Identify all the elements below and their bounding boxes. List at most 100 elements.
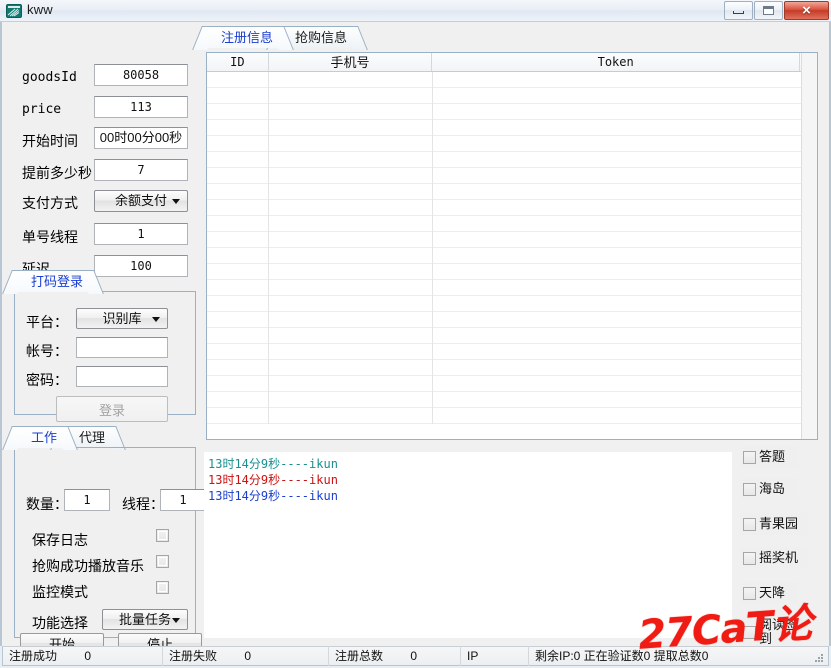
table-cell[interactable] [433, 152, 802, 168]
table-row[interactable] [207, 280, 817, 296]
table-cell[interactable] [269, 200, 433, 216]
table-cell[interactable] [269, 136, 433, 152]
table-cell[interactable] [207, 408, 269, 424]
table-row[interactable] [207, 184, 817, 200]
table-cell[interactable] [433, 88, 802, 104]
table-row[interactable] [207, 168, 817, 184]
table-cell[interactable] [269, 232, 433, 248]
table-row[interactable] [207, 312, 817, 328]
table-cell[interactable] [269, 360, 433, 376]
table-cell[interactable] [269, 120, 433, 136]
table-row[interactable] [207, 328, 817, 344]
minimize-button[interactable] [724, 1, 753, 20]
table-cell[interactable] [269, 264, 433, 280]
table-cell[interactable] [207, 104, 269, 120]
table-cell[interactable] [269, 328, 433, 344]
goodsid-input[interactable]: 80058 [94, 64, 188, 86]
table-cell[interactable] [207, 136, 269, 152]
table-row[interactable] [207, 104, 817, 120]
table-cell[interactable] [433, 120, 802, 136]
table-row[interactable] [207, 344, 817, 360]
advance-seconds-input[interactable]: 7 [94, 159, 188, 181]
table-row[interactable] [207, 216, 817, 232]
checkbox-monitor-mode[interactable] [156, 581, 169, 594]
password-input[interactable] [76, 366, 168, 387]
maximize-button[interactable] [754, 1, 783, 20]
table-cell[interactable] [207, 200, 269, 216]
table-row[interactable] [207, 200, 817, 216]
table-cell[interactable] [433, 296, 802, 312]
table-row[interactable] [207, 296, 817, 312]
table-cell[interactable] [433, 248, 802, 264]
table-cell[interactable] [207, 232, 269, 248]
table-row[interactable] [207, 264, 817, 280]
function-select[interactable]: 批量任务 [102, 609, 188, 630]
table-row[interactable] [207, 152, 817, 168]
table-cell[interactable] [433, 232, 802, 248]
login-button[interactable]: 登录 [56, 396, 168, 422]
table-cell[interactable] [433, 72, 802, 88]
table-cell[interactable] [207, 296, 269, 312]
table-cell[interactable] [207, 328, 269, 344]
feature-checkbox-1[interactable]: 答题 [740, 446, 798, 468]
table-cell[interactable] [269, 88, 433, 104]
price-input[interactable]: 113 [94, 96, 188, 118]
checkbox-play-music-on-success[interactable] [156, 555, 169, 568]
table-row[interactable] [207, 248, 817, 264]
grid-column-phone[interactable]: 手机号 [269, 53, 433, 71]
feature-checkbox-6[interactable]: 阅读签到 [740, 617, 802, 647]
table-cell[interactable] [207, 216, 269, 232]
table-cell[interactable] [207, 120, 269, 136]
tab-register-info[interactable]: 注册信息 [204, 26, 283, 48]
table-cell[interactable] [207, 344, 269, 360]
checkbox-save-log[interactable] [156, 529, 169, 542]
grid-vertical-scrollbar[interactable] [801, 53, 817, 439]
table-cell[interactable] [433, 264, 802, 280]
table-row[interactable] [207, 72, 817, 88]
table-cell[interactable] [269, 152, 433, 168]
table-row[interactable] [207, 88, 817, 104]
table-cell[interactable] [207, 360, 269, 376]
table-row[interactable] [207, 136, 817, 152]
table-cell[interactable] [433, 136, 802, 152]
register-info-grid[interactable]: ID 手机号 Token [206, 52, 818, 440]
table-cell[interactable] [207, 152, 269, 168]
count-input[interactable]: 1 [64, 489, 110, 511]
account-input[interactable] [76, 337, 168, 358]
table-cell[interactable] [433, 376, 802, 392]
table-row[interactable] [207, 232, 817, 248]
order-threads-input[interactable]: 1 [94, 223, 188, 245]
table-cell[interactable] [207, 312, 269, 328]
resize-grip-icon[interactable] [813, 651, 825, 663]
table-cell[interactable] [433, 184, 802, 200]
table-cell[interactable] [433, 216, 802, 232]
tab-work[interactable]: 工作 [14, 426, 67, 448]
table-cell[interactable] [269, 392, 433, 408]
log-output[interactable]: 13时14分9秒----ikun 13时14分9秒----ikun 13时14分9秒… [204, 452, 732, 638]
table-cell[interactable] [269, 376, 433, 392]
payment-method-select[interactable]: 余额支付 [94, 190, 188, 212]
table-cell[interactable] [207, 376, 269, 392]
table-row[interactable] [207, 360, 817, 376]
table-row[interactable] [207, 392, 817, 408]
table-cell[interactable] [269, 280, 433, 296]
table-cell[interactable] [207, 264, 269, 280]
threads-input[interactable]: 1 [160, 489, 206, 511]
table-cell[interactable] [269, 216, 433, 232]
table-cell[interactable] [433, 200, 802, 216]
table-cell[interactable] [269, 312, 433, 328]
table-cell[interactable] [433, 328, 802, 344]
tab-captcha-login[interactable]: 打码登录 [14, 270, 93, 292]
table-cell[interactable] [269, 408, 433, 424]
table-cell[interactable] [269, 72, 433, 88]
start-time-input[interactable]: 00时00分00秒 [94, 127, 188, 149]
table-cell[interactable] [433, 344, 802, 360]
table-cell[interactable] [269, 184, 433, 200]
table-cell[interactable] [207, 280, 269, 296]
feature-checkbox-2[interactable]: 海岛 [740, 478, 798, 500]
table-cell[interactable] [207, 184, 269, 200]
table-cell[interactable] [269, 104, 433, 120]
table-row[interactable] [207, 376, 817, 392]
table-cell[interactable] [269, 248, 433, 264]
table-cell[interactable] [433, 168, 802, 184]
